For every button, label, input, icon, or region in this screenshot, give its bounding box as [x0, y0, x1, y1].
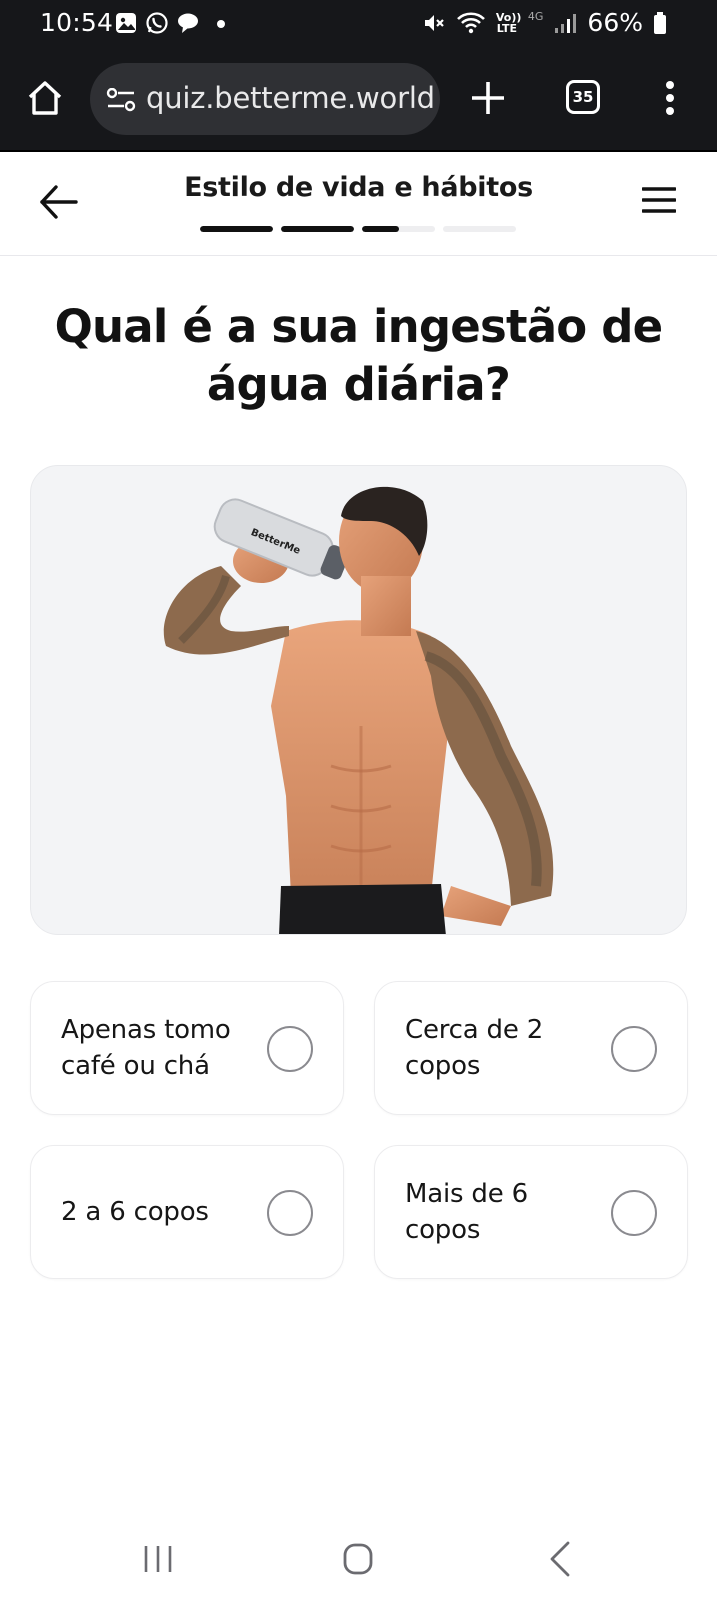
tabs-icon[interactable]: 35 — [566, 80, 600, 114]
back-icon[interactable] — [548, 1540, 572, 1578]
question-heading: Qual é a sua ingestão de água diária? — [54, 300, 664, 411]
status-time: 10:54 — [40, 8, 114, 37]
gallery-icon — [116, 13, 136, 33]
battery-percent: 66% — [587, 8, 643, 37]
progress-segment — [443, 226, 516, 232]
wifi-icon — [456, 11, 485, 33]
answer-option-label: 2 a 6 copos — [61, 1197, 209, 1227]
radio-button[interactable] — [611, 1026, 657, 1072]
progress-segment — [200, 226, 273, 232]
browser-toolbar: quiz.betterme.world 35 — [0, 46, 717, 152]
answer-option-label: Mais de 6 copos — [405, 1179, 528, 1245]
answer-option-label: Cerca de 2 copos — [405, 1015, 544, 1081]
site-settings-icon[interactable] — [106, 88, 136, 112]
radio-button[interactable] — [611, 1190, 657, 1236]
status-notification-icons — [115, 11, 229, 35]
home-icon[interactable] — [26, 79, 64, 117]
radio-button[interactable] — [267, 1026, 313, 1072]
man-drinking-water-illustration: BetterMe — [163, 486, 554, 934]
system-nav-bar — [0, 1520, 717, 1600]
plus-icon[interactable] — [468, 78, 508, 118]
answer-option[interactable]: Mais de 6 copos — [374, 1145, 688, 1279]
status-bar: 10:54 Vo)) LTE 4G 66% — [0, 0, 717, 46]
answer-option[interactable]: Cerca de 2 copos — [374, 981, 688, 1115]
battery-icon — [654, 11, 666, 34]
answer-option[interactable]: Apenas tomo café ou chá — [30, 981, 344, 1115]
more-vert-icon[interactable] — [664, 80, 676, 116]
network-label: 4G — [527, 10, 544, 23]
section-title: Estilo de vida e hábitos — [184, 172, 533, 203]
whatsapp-icon — [146, 12, 168, 34]
address-bar[interactable]: quiz.betterme.world — [90, 63, 440, 135]
tab-count: 35 — [572, 88, 594, 106]
signal-icon — [555, 13, 577, 33]
recent-apps-icon[interactable] — [142, 1544, 174, 1574]
mute-icon — [424, 14, 444, 31]
progress-segment — [362, 226, 435, 232]
quiz-header: Estilo de vida e hábitos — [0, 152, 717, 256]
hero-image: BetterMe — [30, 465, 687, 935]
progress-segment-fill — [281, 226, 354, 232]
progress-segment-fill — [362, 226, 399, 232]
progress-segment-fill — [200, 226, 273, 232]
status-system-icons: Vo)) LTE 4G 66% — [422, 8, 667, 37]
volte-label: Vo)) LTE — [495, 10, 522, 35]
answer-option-label: Apenas tomo café ou chá — [61, 1015, 231, 1081]
chat-bubble-icon — [178, 13, 198, 33]
radio-button[interactable] — [267, 1190, 313, 1236]
hamburger-menu-icon[interactable] — [642, 186, 676, 214]
progress-segment — [281, 226, 354, 232]
home-icon[interactable] — [342, 1542, 374, 1576]
notification-dot-icon — [217, 20, 225, 28]
answer-option[interactable]: 2 a 6 copos — [30, 1145, 344, 1279]
url-text[interactable]: quiz.betterme.world — [146, 81, 435, 115]
progress-bar — [200, 226, 516, 232]
